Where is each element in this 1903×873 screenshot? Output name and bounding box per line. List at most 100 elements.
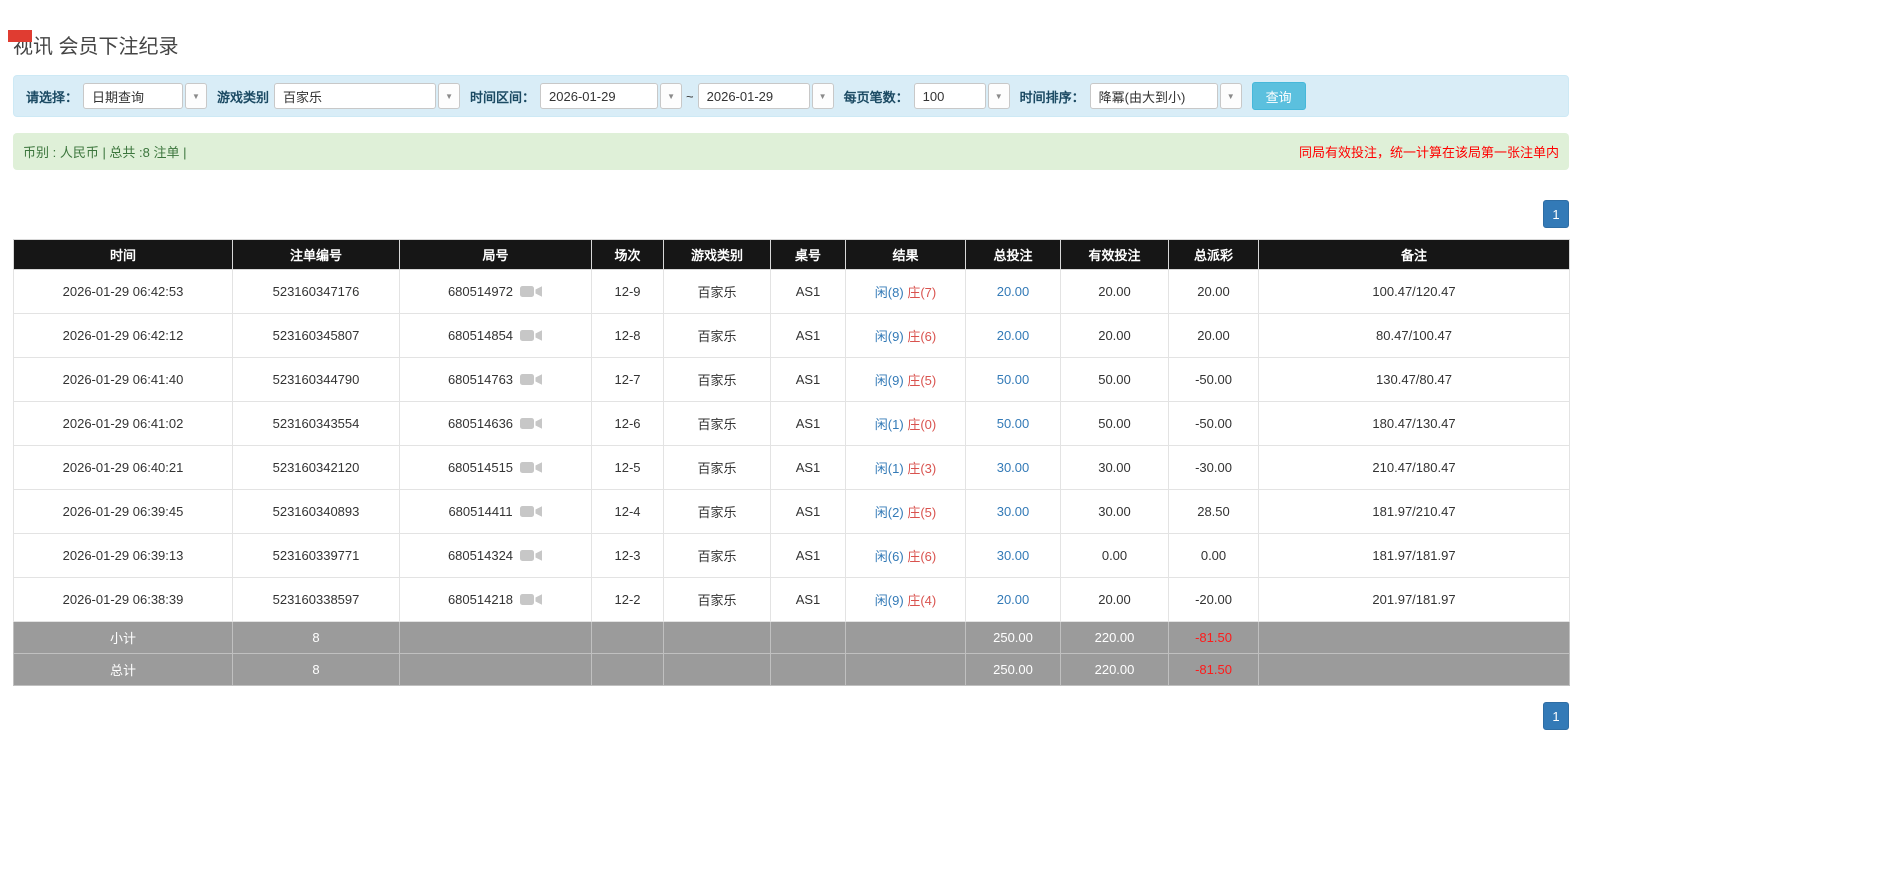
chevron-down-icon[interactable]: ▼: [438, 83, 461, 109]
cell-round: 680514854: [399, 313, 592, 358]
sort-order-input[interactable]: [1089, 83, 1218, 109]
cell-time: 2026-01-29 06:40:21: [13, 445, 233, 490]
table-row: 2026-01-29 06:40:21 523160342120 6805145…: [13, 445, 1570, 490]
cell-time: 2026-01-29 06:38:39: [13, 577, 233, 622]
game-type-input[interactable]: [274, 83, 437, 109]
cell-bet-id: 523160340893: [232, 489, 400, 534]
total-bet-link[interactable]: 20.00: [997, 284, 1030, 299]
total-bet-link[interactable]: 30.00: [997, 548, 1030, 563]
cell-game: 百家乐: [663, 313, 771, 358]
chevron-down-icon[interactable]: ▼: [1219, 83, 1242, 109]
cell-payout: -30.00: [1168, 445, 1259, 490]
result-banker: 庄(0): [907, 417, 937, 432]
total-bet-link[interactable]: 30.00: [997, 460, 1030, 475]
round-number: 680514324: [447, 548, 514, 563]
cell-round: 680514324: [399, 533, 592, 578]
round-number: 680514411: [448, 504, 513, 519]
cell-bet-id: 523160339771: [232, 533, 400, 578]
cell-time: 2026-01-29 06:39:13: [13, 533, 233, 578]
per-page-input[interactable]: [913, 83, 986, 109]
cell-payout: 20.00: [1168, 313, 1259, 358]
result-banker: 庄(6): [907, 549, 937, 564]
result-banker: 庄(5): [907, 373, 937, 388]
table-row: 2026-01-29 06:41:40 523160344790 6805147…: [13, 357, 1570, 402]
video-replay-icon[interactable]: [519, 371, 543, 388]
cell-note: 201.97/181.97: [1258, 577, 1570, 622]
currency-total-text: 币别 : 人民币 | 总共 :8 注单 |: [23, 145, 187, 160]
cell-round: 680514515: [399, 445, 592, 490]
result-player: 闲(1): [874, 461, 904, 476]
result-player: 闲(6): [874, 549, 904, 564]
date-from-input[interactable]: [540, 83, 659, 109]
video-replay-icon[interactable]: [519, 503, 543, 520]
col-header-total-bet: 总投注: [965, 239, 1061, 270]
cell-total-bet: 50.00: [965, 401, 1061, 446]
chevron-down-icon[interactable]: ▼: [660, 83, 683, 109]
cell-game: 百家乐: [663, 401, 771, 446]
cell-table: AS1: [770, 533, 846, 578]
cell-time: 2026-01-29 06:41:40: [13, 357, 233, 402]
result-banker: 庄(4): [907, 593, 937, 608]
col-header-payout: 总派彩: [1168, 239, 1259, 270]
cell-payout: -20.00: [1168, 577, 1259, 622]
total-bet-link[interactable]: 50.00: [997, 372, 1030, 387]
video-replay-icon[interactable]: [519, 547, 543, 564]
cell-time: 2026-01-29 06:42:12: [13, 313, 233, 358]
date-to-combo: ▼: [697, 83, 834, 109]
subtotal-label: 小计: [13, 621, 233, 654]
total-label: 总计: [13, 653, 233, 686]
round-number: 680514636: [447, 416, 514, 431]
cell-total-bet: 50.00: [965, 357, 1061, 402]
video-replay-icon[interactable]: [519, 415, 543, 432]
col-header-round: 局号: [399, 239, 592, 270]
cell-game: 百家乐: [663, 489, 771, 534]
filter-bar: 请选择： ▼ 游戏类别 ▼ 时间区间： ▼ ~ ▼ 每页笔数： ▼ 时间排序： …: [13, 75, 1569, 117]
cell-payout: 20.00: [1168, 269, 1259, 314]
total-payout: -81.50: [1168, 653, 1259, 686]
video-replay-icon[interactable]: [519, 591, 543, 608]
cell-result: 闲(9) 庄(6): [845, 313, 966, 358]
total-bet-link[interactable]: 20.00: [997, 328, 1030, 343]
date-to-input[interactable]: [697, 83, 810, 109]
select-type-input[interactable]: [83, 83, 184, 109]
cell-valid-bet: 20.00: [1060, 269, 1169, 314]
table-body: 2026-01-29 06:42:53 523160347176 6805149…: [13, 269, 1570, 622]
cell-result: 闲(1) 庄(3): [845, 445, 966, 490]
cell-table: AS1: [770, 489, 846, 534]
video-replay-icon[interactable]: [519, 283, 543, 300]
total-bet-link[interactable]: 20.00: [997, 592, 1030, 607]
round-number: 680514972: [447, 284, 514, 299]
result-banker: 庄(7): [907, 285, 937, 300]
select-type-label: 请选择：: [26, 89, 79, 105]
pagination-page-1-bottom[interactable]: 1: [1543, 702, 1569, 730]
video-replay-icon[interactable]: [519, 459, 543, 476]
subtotal-payout: -81.50: [1168, 621, 1259, 654]
result-player: 闲(9): [874, 373, 904, 388]
chevron-down-icon[interactable]: ▼: [185, 83, 208, 109]
cell-valid-bet: 20.00: [1060, 313, 1169, 358]
pagination-page-1[interactable]: 1: [1543, 200, 1569, 228]
video-replay-icon[interactable]: [519, 327, 543, 344]
summary-bar: 币别 : 人民币 | 总共 :8 注单 | 同局有效投注，统一计算在该局第一张注…: [13, 133, 1569, 170]
search-button[interactable]: 查询: [1251, 82, 1306, 110]
cell-note: 181.97/210.47: [1258, 489, 1570, 534]
cell-table: AS1: [770, 401, 846, 446]
cell-payout: -50.00: [1168, 401, 1259, 446]
cell-note: 130.47/80.47: [1258, 357, 1570, 402]
cell-valid-bet: 30.00: [1060, 445, 1169, 490]
cell-session: 12-9: [591, 269, 664, 314]
table-row: 2026-01-29 06:39:13 523160339771 6805143…: [13, 533, 1570, 578]
valid-bet-notice: 同局有效投注，统一计算在该局第一张注单内: [1298, 145, 1559, 160]
cell-result: 闲(2) 庄(5): [845, 489, 966, 534]
round-number: 680514515: [447, 460, 514, 475]
result-player: 闲(9): [874, 593, 904, 608]
chevron-down-icon[interactable]: ▼: [987, 83, 1010, 109]
cell-result: 闲(1) 庄(0): [845, 401, 966, 446]
chevron-down-icon[interactable]: ▼: [811, 83, 834, 109]
total-bet-link[interactable]: 30.00: [997, 504, 1030, 519]
cell-total-bet: 20.00: [965, 577, 1061, 622]
total-bet-link[interactable]: 50.00: [997, 416, 1030, 431]
pagination-top: 1: [13, 200, 1569, 228]
cell-table: AS1: [770, 313, 846, 358]
cell-game: 百家乐: [663, 577, 771, 622]
